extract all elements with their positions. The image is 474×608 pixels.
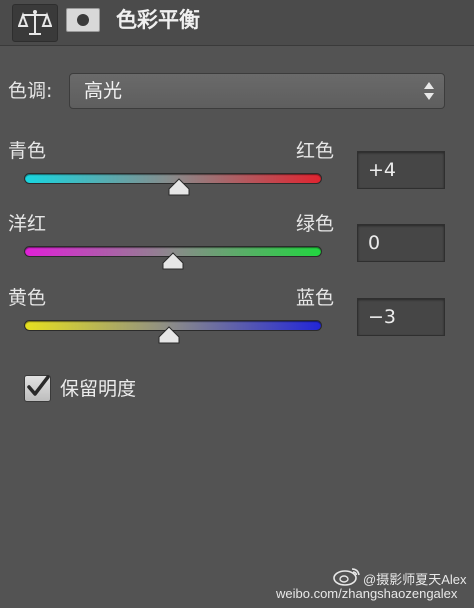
cyan-red-value: +4	[368, 159, 397, 181]
mask-dot	[77, 14, 89, 26]
layer-mask-icon[interactable]	[66, 8, 100, 32]
weibo-icon	[333, 568, 360, 586]
magenta-green-slider-thumb[interactable]	[162, 252, 184, 270]
cyan-red-slider-thumb[interactable]	[168, 178, 190, 196]
slider-blue-label: 蓝色	[296, 287, 335, 309]
slider-magenta-label: 洋红	[8, 213, 47, 235]
cyan-red-value-input[interactable]: +4	[357, 151, 445, 189]
panel-header: 色彩平衡	[0, 0, 474, 46]
color-balance-adjustment-button[interactable]	[12, 4, 58, 42]
tone-label: 色调:	[8, 80, 53, 102]
magenta-green-value: 0	[368, 232, 381, 254]
slider-red-label: 红色	[296, 140, 335, 162]
watermark-url: weibo.com/zhangshaozengalex	[276, 586, 458, 601]
slider-cyan-label: 青色	[8, 140, 47, 162]
checkmark-icon	[27, 375, 50, 396]
panel-title: 色彩平衡	[116, 8, 200, 32]
preserve-luminosity-label: 保留明度	[60, 378, 137, 400]
yellow-blue-slider-thumb[interactable]	[158, 326, 180, 344]
preserve-luminosity-checkbox[interactable]	[24, 375, 51, 402]
slider-yellow-label: 黄色	[8, 287, 47, 309]
tone-select[interactable]: 高光	[69, 73, 445, 109]
balance-scale-icon	[18, 10, 52, 35]
magenta-green-value-input[interactable]: 0	[357, 224, 445, 262]
slider-green-label: 绿色	[296, 213, 335, 235]
yellow-blue-value-input[interactable]: −3	[357, 298, 445, 336]
yellow-blue-value: −3	[368, 306, 397, 328]
up-down-arrows-icon	[424, 82, 434, 100]
tone-selected-value: 高光	[84, 80, 123, 102]
